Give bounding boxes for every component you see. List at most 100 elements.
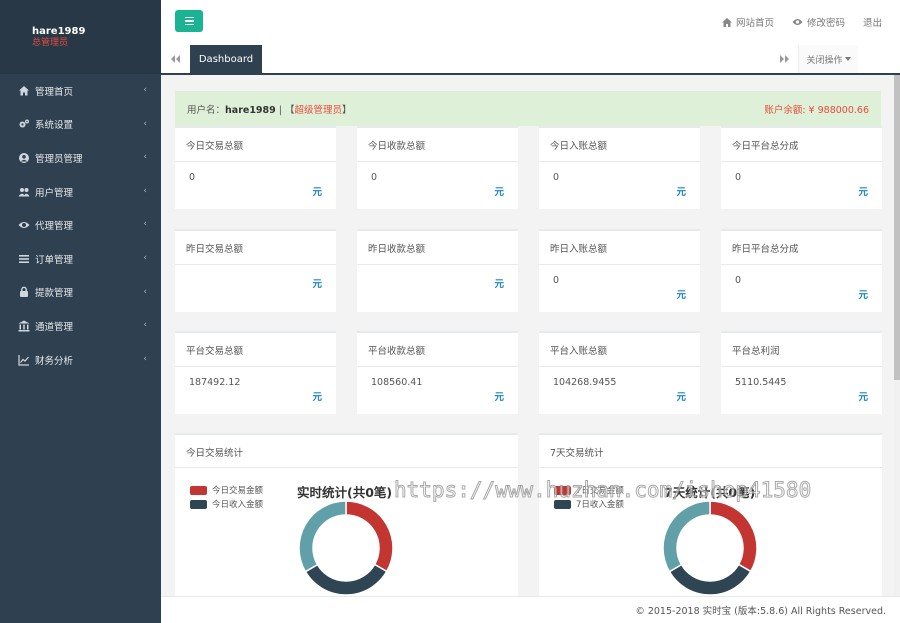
account-balance: 账户余额: ¥ 988000.66	[764, 104, 869, 116]
legend-swatch	[554, 499, 571, 509]
legend-label: 今日交易金额	[212, 486, 264, 496]
sidebar-item-0[interactable]: 管理首页 ‹	[0, 74, 161, 108]
eye-icon	[18, 219, 30, 231]
list-icon	[18, 253, 30, 265]
stat-card-title: 平台收款总额	[357, 333, 518, 367]
bracket-open: 【	[285, 104, 295, 116]
sidebar-item-4[interactable]: 代理管理 ‹	[0, 208, 161, 242]
chart-panel: 7天交易统计 7日交易金额 7日收入金额 7天统计(共0笔)	[539, 433, 882, 596]
chevron-left-icon: ‹	[143, 85, 147, 95]
main-content: 用户名：hare1989 | 【超级管理员】 账户余额: ¥ 988000.66…	[161, 75, 894, 596]
change-password-link[interactable]: 修改密码	[792, 15, 845, 29]
legend-item[interactable]: 今日收入金额	[190, 497, 263, 511]
bank-icon	[18, 320, 30, 332]
stat-card-unit: 元	[494, 392, 504, 403]
stat-card-title: 昨日入账总额	[539, 231, 700, 265]
chart-panel-header: 7天交易统计	[539, 435, 882, 468]
chevron-left-icon: ‹	[143, 320, 147, 331]
donut-chart	[662, 500, 758, 596]
chevron-left-icon: ‹	[143, 286, 147, 297]
eye-icon	[792, 19, 803, 25]
stat-card-unit: 元	[494, 187, 504, 198]
chevron-left-icon: ‹	[143, 118, 147, 129]
stat-card-value: 0	[553, 275, 560, 286]
scrollbar[interactable]	[894, 75, 900, 596]
stat-card: 平台入账总额 104268.9455 元	[539, 331, 700, 414]
close-operations-dropdown[interactable]: 关闭操作	[798, 45, 858, 73]
stat-card-title: 今日收款总额	[357, 128, 518, 162]
user-info-bar: 用户名：hare1989 | 【超级管理员】 账户余额: ¥ 988000.66	[175, 91, 881, 126]
chevron-left-icon: ‹	[143, 252, 147, 263]
chevron-left-icon: ‹	[143, 219, 147, 230]
bracket-close: 】	[342, 104, 352, 116]
stat-card: 昨日平台总分成 0 元	[721, 229, 882, 312]
sidebar-item-3[interactable]: 用户管理 ‹	[0, 175, 161, 209]
sidebar-item-1[interactable]: 系统设置 ‹	[0, 108, 161, 142]
legend-label: 7日交易金额	[576, 486, 624, 496]
tab-scroll-left-button[interactable]	[161, 45, 189, 73]
top-navbar: 网站首页 修改密码 退出	[161, 0, 900, 45]
stat-card: 平台总利润 5110.5445 元	[721, 331, 882, 414]
legend-label: 今日收入金额	[212, 500, 264, 510]
stat-card-value: 5110.5445	[735, 377, 787, 388]
sidebar: hare1989 总管理员 管理首页 ‹ 系统设置 ‹ 管理员管理 ‹ 用户管理 ‹ 代理管理 ‹…	[0, 0, 161, 623]
tab-dashboard[interactable]: Dashboard	[190, 45, 262, 73]
sidebar-menu: 管理首页 ‹ 系统设置 ‹ 管理员管理 ‹ 用户管理 ‹ 代理管理 ‹ 订单管理 ‹ 提款管理 ‹ 通道管理…	[0, 74, 161, 376]
user-role: 超级管理员	[294, 104, 343, 116]
site-home-label: 网站首页	[735, 18, 774, 29]
home-icon	[721, 17, 732, 27]
sidebar-item-8[interactable]: 财务分析 ‹	[0, 343, 161, 377]
stat-card-value: 108560.41	[371, 377, 423, 388]
close-operations-label: 关闭操作	[806, 55, 843, 66]
tab-scroll-right-button[interactable]	[770, 45, 798, 73]
stat-card-unit: 元	[858, 392, 868, 403]
stat-card: 昨日收款总额元	[357, 229, 518, 312]
stat-card: 平台交易总额 187492.12 元	[175, 331, 336, 414]
stat-card-value: 0	[735, 172, 742, 183]
line-chart-icon	[18, 354, 30, 366]
stat-card-unit: 元	[494, 279, 504, 290]
donut-slice[interactable]	[668, 563, 752, 596]
sidebar-item-6[interactable]: 提款管理 ‹	[0, 276, 161, 310]
cogs-icon	[18, 118, 30, 130]
stat-card-unit: 元	[676, 392, 686, 403]
sidebar-item-label: 订单管理	[35, 254, 74, 266]
sidebar-item-7[interactable]: 通道管理 ‹	[0, 309, 161, 343]
caret-down-icon	[844, 57, 851, 61]
sidebar-item-label: 提款管理	[35, 288, 74, 300]
stat-card: 今日交易总额 0 元	[175, 126, 336, 209]
legend-item[interactable]: 今日交易金额	[190, 483, 263, 497]
stat-card-title: 今日平台总分成	[721, 128, 882, 162]
scrollbar-thumb[interactable]	[894, 75, 900, 380]
double-chevron-right-icon	[779, 55, 789, 63]
stat-card-title: 昨日平台总分成	[721, 231, 882, 265]
stat-card-unit: 元	[312, 392, 322, 403]
sidebar-item-label: 管理首页	[35, 86, 74, 98]
stat-card: 平台收款总额 108560.41 元	[357, 331, 518, 414]
stat-card-value: 187492.12	[189, 377, 241, 388]
username-prefix: 用户名：	[187, 104, 226, 116]
stat-card-title: 今日交易总额	[175, 128, 336, 162]
donut-slice[interactable]	[298, 500, 347, 573]
stat-card: 昨日交易总额元	[175, 229, 336, 312]
logout-link[interactable]: 退出	[863, 15, 882, 29]
donut-slice[interactable]	[662, 500, 711, 573]
stat-card-value: 0	[371, 172, 378, 183]
stat-card-title: 平台交易总额	[175, 333, 336, 367]
logout-label: 退出	[862, 18, 882, 29]
stat-card-value: 0	[553, 172, 560, 183]
stat-card: 今日入账总额 0 元	[539, 126, 700, 209]
profile-block[interactable]: hare1989 总管理员	[0, 0, 161, 74]
donut-slice[interactable]	[345, 500, 394, 573]
sidebar-item-5[interactable]: 订单管理 ‹	[0, 242, 161, 276]
donut-slice[interactable]	[304, 563, 388, 596]
stat-card-title: 昨日收款总额	[357, 231, 518, 265]
sidebar-item-label: 通道管理	[35, 321, 74, 333]
sidebar-item-label: 管理员管理	[35, 153, 83, 165]
site-home-link[interactable]: 网站首页	[721, 15, 774, 29]
legend-item[interactable]: 7日交易金额	[554, 483, 624, 497]
legend-item[interactable]: 7日收入金额	[554, 497, 624, 511]
donut-slice[interactable]	[709, 500, 758, 573]
menu-toggle-button[interactable]	[175, 10, 203, 32]
sidebar-item-2[interactable]: 管理员管理 ‹	[0, 141, 161, 175]
